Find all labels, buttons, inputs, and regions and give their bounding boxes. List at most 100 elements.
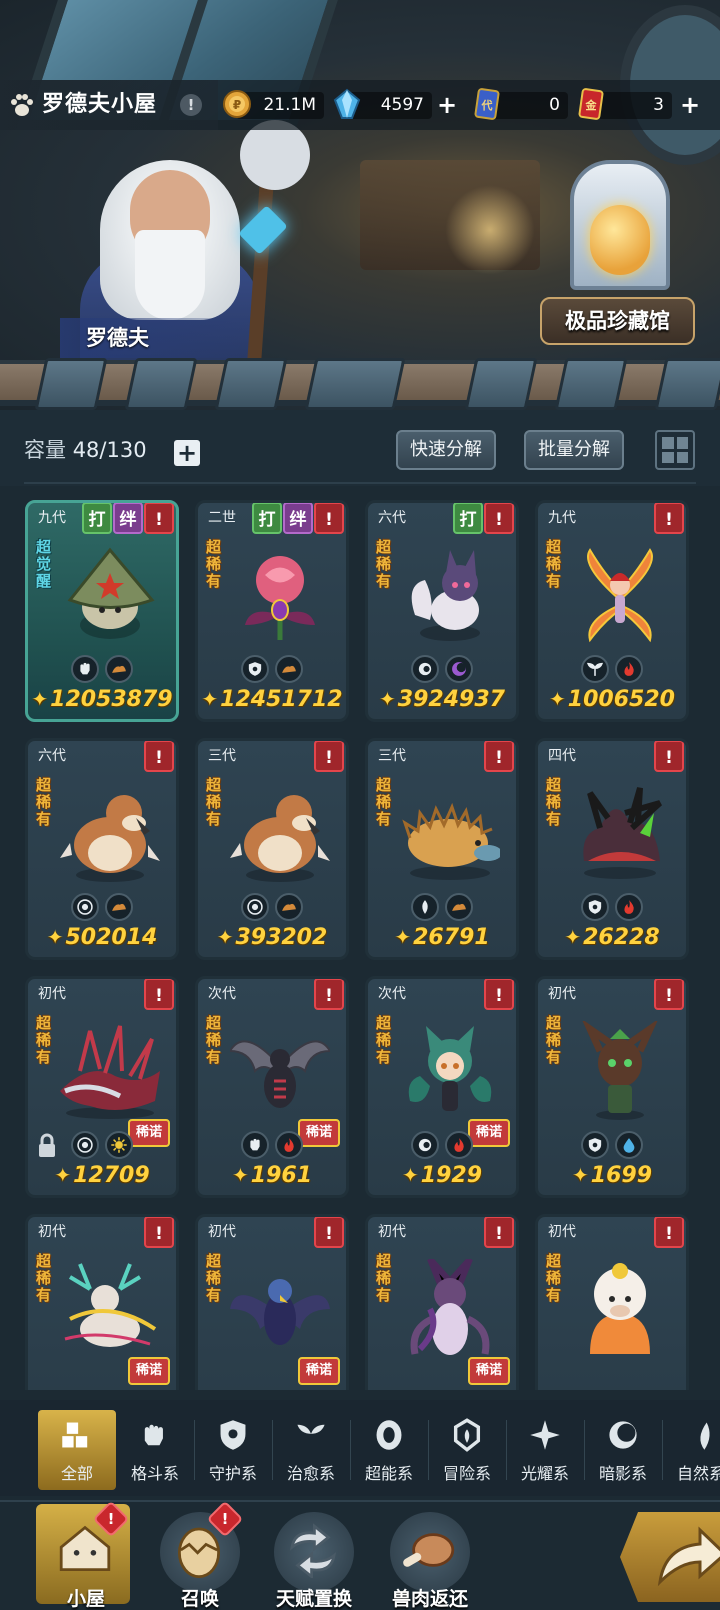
monster-card[interactable]: 初代 ! 超稀有 稀诺 [365,1214,519,1390]
monster-card[interactable]: 六代 ! 超稀有 ✦502014 [25,738,179,960]
filter-tab-label: 守护系 [208,1464,257,1483]
generation-label: 九代 [38,510,66,526]
card-tags: ! [654,503,684,534]
shield-icon [241,655,269,683]
special-badge: 稀诺 [468,1357,510,1385]
paw-icon [11,94,33,116]
bottom-navigation: 小屋 ! 召唤 ! 天赋置换 兽肉返还 [0,1500,720,1610]
monster-sprite [587,548,653,643]
monster-sprite [583,787,662,879]
monster-card[interactable]: 初代 ! 超稀有 稀诺 [195,1214,349,1390]
generation-label: 三代 [378,748,406,764]
filter-tab[interactable]: 治愈系 [272,1410,351,1490]
npc-name-label: 罗德夫 [60,318,250,358]
collection-throne[interactable] [560,160,680,300]
generation-label: 三代 [208,748,236,764]
special-badge: 稀诺 [298,1357,340,1385]
earth-icon [275,893,303,921]
monster-card[interactable]: 初代 ! 超稀有 ✦1699 [535,976,689,1198]
nav-house-button[interactable]: 小屋 ! [36,1500,136,1610]
power-icon: ✦ [379,687,396,711]
coin-counter: ₽ 21.1M [223,90,324,119]
fire-icon [445,1131,473,1159]
alert-tag: ! [654,503,684,534]
monster-card[interactable]: 二世 打绊! 超稀有 ✦12451712 [195,500,349,722]
element-icons [538,893,686,921]
filter-tab-label: 暗影系 [598,1464,647,1483]
monster-card[interactable]: 六代 打! 超稀有 ✦3924937 [365,500,519,722]
ticket-value: 0 [549,95,560,115]
shadow-icon [609,1421,637,1449]
nav-meat-button[interactable]: 兽肉返还 [380,1512,480,1610]
filter-tab[interactable]: 光耀系 [506,1410,585,1490]
power-icon: ✦ [394,925,412,949]
monster-card[interactable]: 三代 ! 超稀有 ✦393202 [195,738,349,960]
grid-view-icon[interactable] [655,430,695,470]
coin-value: 21.1M [263,95,316,115]
monster-sprite [408,1026,492,1111]
rarity-label: 超稀有 [206,538,222,590]
monster-card[interactable]: 初代 ! 超稀有 [535,1214,689,1390]
monster-card[interactable]: 初代 ! 超稀有 稀诺 ✦12709 [25,976,179,1198]
nav-egg-button[interactable]: 召唤 ! [150,1500,250,1610]
power-icon: ✦ [232,1163,249,1187]
generation-label: 初代 [548,986,576,1002]
element-icons [538,1131,686,1159]
element-icons [198,655,346,683]
monster-card[interactable]: 次代 ! 超稀有 稀诺 ✦1929 [365,976,519,1198]
filter-tab[interactable]: 全部 [38,1410,116,1490]
capacity-label: 容量 [24,438,66,462]
element-icons [368,1131,516,1159]
generation-label: 次代 [378,986,406,1002]
filter-tab[interactable]: 守护系 [194,1410,273,1490]
rarity-label: 超稀有 [376,1014,392,1066]
alert-tag: ! [654,741,684,772]
monster-card[interactable]: 九代 打绊! 超觉醒 ✦12053879 [25,500,179,722]
monster-card[interactable]: 三代 ! 超稀有 ✦26791 [365,738,519,960]
fire-icon [615,655,643,683]
generation-label: 初代 [378,1224,406,1240]
nav-swap-button[interactable]: 天赋置换 [264,1512,364,1610]
shield-icon [581,893,609,921]
card-tags: ! [654,741,684,772]
alert-tag: ! [314,503,344,534]
element-icons [28,1131,176,1159]
filter-tab[interactable]: 超能系 [350,1410,429,1490]
generation-label: 六代 [378,510,406,526]
add-crystal-button[interactable]: + [435,93,459,117]
fist-icon [144,1424,163,1446]
monster-power: ✦1006520 [549,687,675,712]
alert-tag: ! [484,741,514,772]
filter-tab[interactable]: 暗影系 [584,1410,663,1490]
alert-tag: ! [314,1217,344,1248]
monster-card[interactable]: 四代 ! 超稀有 ✦26228 [535,738,689,960]
svg-text:金: 金 [585,98,598,112]
monster-sprite [590,1263,650,1354]
quick-decompose-button[interactable]: 快速分解 [396,430,496,470]
monster-card[interactable]: 次代 ! 超稀有 稀诺 ✦1961 [195,976,349,1198]
filter-tab[interactable]: 格斗系 [116,1410,195,1490]
gallery-button[interactable]: 极品珍藏馆 [540,297,695,345]
rarity-label: 超稀有 [206,1252,222,1304]
nav-label: 兽肉返还 [391,1588,468,1610]
card-tags: ! [654,1217,684,1248]
expand-capacity-button[interactable]: + [174,440,200,466]
power-icon: ✦ [564,925,582,949]
monster-card[interactable]: 初代 ! 超稀有 稀诺 [25,1214,179,1390]
inventory-toolbar: 容量 48/130 + 快速分解 批量分解 [0,410,720,486]
filter-tab-label: 超能系 [364,1464,413,1483]
monster-power: ✦1929 [402,1163,482,1188]
rarity-label: 超稀有 [376,1252,392,1304]
monster-card[interactable]: 九代 ! 超稀有 ✦1006520 [535,500,689,722]
earth-icon [105,893,133,921]
rarity-label: 超稀有 [546,776,562,828]
filter-tab[interactable]: 冒险系 [428,1410,507,1490]
info-button[interactable]: ! [180,94,202,116]
nav-label: 召唤 [180,1588,219,1610]
filter-tab[interactable]: 自然系 [662,1410,720,1490]
sprout-icon [297,1424,325,1450]
next-page-button[interactable] [620,1512,720,1602]
power-icon: ✦ [216,925,234,949]
batch-decompose-button[interactable]: 批量分解 [524,430,624,470]
add-gold-card-button[interactable]: + [678,93,702,117]
